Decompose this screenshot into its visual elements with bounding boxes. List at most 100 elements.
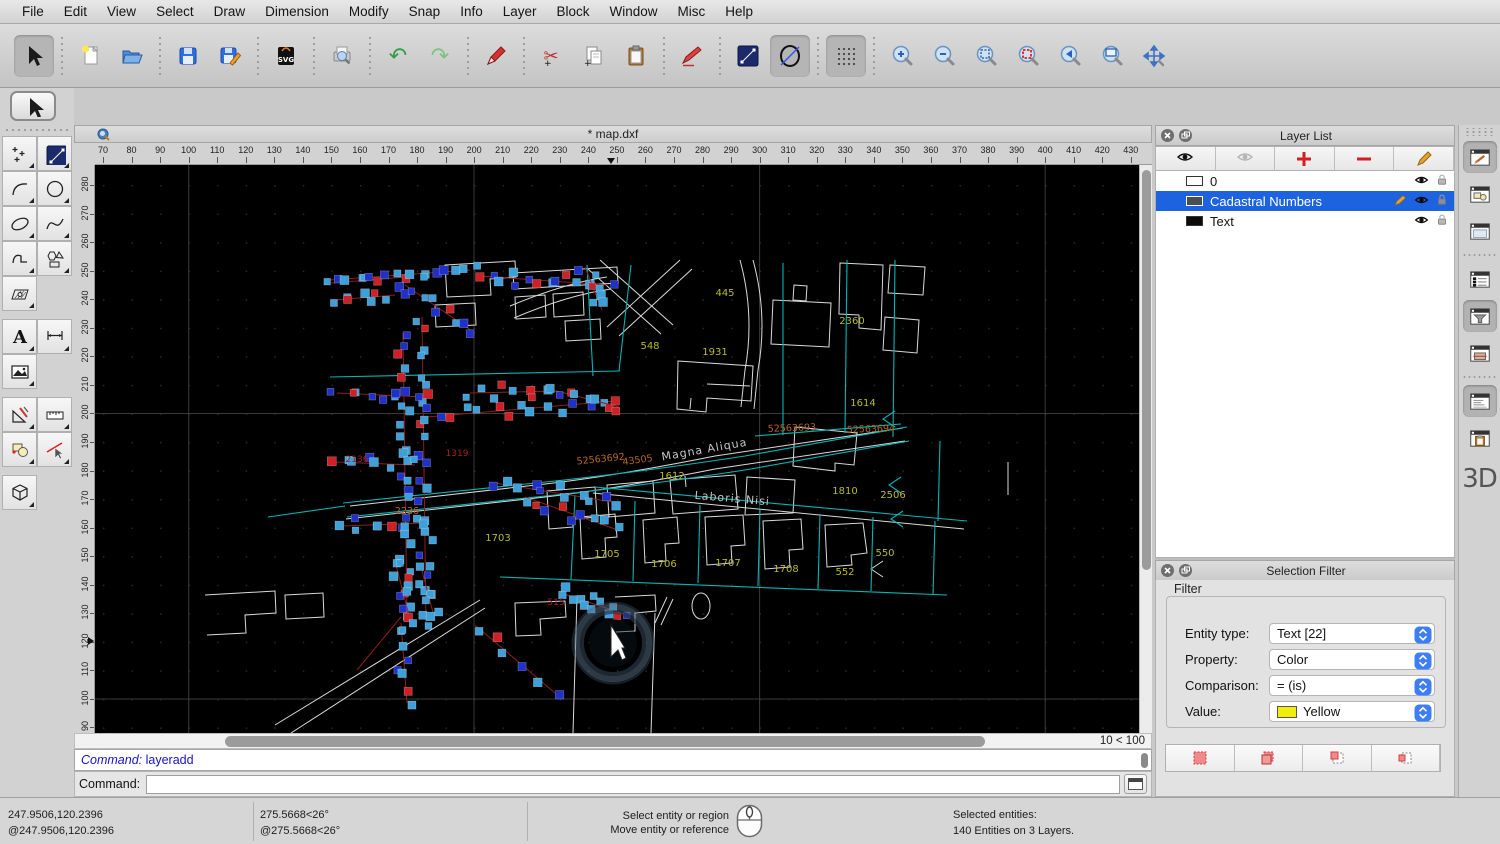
solid-tool-button[interactable] xyxy=(2,475,37,510)
menu-block[interactable]: Block xyxy=(547,4,600,19)
horizontal-scrollbar-thumb[interactable] xyxy=(225,736,985,747)
cadastral-red-label[interactable]: 515 xyxy=(547,598,564,608)
menu-dimension[interactable]: Dimension xyxy=(255,4,339,19)
arc-tool-button[interactable] xyxy=(2,171,37,206)
blocks-tool-button[interactable] xyxy=(2,432,37,467)
grid-toggle-button[interactable] xyxy=(826,34,866,77)
open-file-button[interactable] xyxy=(112,35,152,77)
measure-tool-button[interactable] xyxy=(37,397,72,432)
print-preview-button[interactable] xyxy=(322,35,362,77)
parcel-number-label[interactable]: 1931 xyxy=(702,347,727,358)
command-history-scrollbar[interactable] xyxy=(1141,753,1148,768)
close-icon[interactable] xyxy=(1161,564,1174,577)
ellipse-slash-button[interactable] xyxy=(770,34,810,77)
parcel-number-label[interactable]: 1706 xyxy=(651,559,676,570)
pen-button[interactable] xyxy=(672,35,712,77)
pointer-select-button[interactable] xyxy=(14,34,54,77)
property-editor-toggle[interactable] xyxy=(1462,141,1497,173)
street-id-label[interactable]: 2236 xyxy=(395,506,419,517)
view-list-toggle[interactable] xyxy=(1463,215,1497,247)
zoom-selection-button[interactable] xyxy=(1008,35,1048,77)
parcel-number-label[interactable]: 445 xyxy=(715,288,734,299)
remove-layer-button[interactable] xyxy=(1334,147,1395,170)
document-title-bar[interactable]: * map.dxf xyxy=(74,125,1152,143)
edit-layer-button[interactable] xyxy=(1394,147,1454,170)
menu-misc[interactable]: Misc xyxy=(668,4,716,19)
filter-combo-property[interactable]: Color xyxy=(1269,649,1435,670)
block-list-toggle[interactable] xyxy=(1463,178,1497,210)
combo-stepper-icon[interactable] xyxy=(1414,678,1432,696)
hatch-tool-button[interactable] xyxy=(2,276,37,311)
zoom-auto-button[interactable] xyxy=(966,35,1006,77)
layer-color-swatch[interactable] xyxy=(1186,216,1203,226)
filter-combo-value[interactable]: Yellow xyxy=(1269,701,1435,722)
pointer-tool-button[interactable] xyxy=(10,91,56,121)
line-tool-button[interactable] xyxy=(728,35,768,77)
parcel-number-label[interactable]: 2360 xyxy=(839,316,864,327)
menu-modify[interactable]: Modify xyxy=(339,4,399,19)
layer-visibility-icon[interactable] xyxy=(1414,214,1429,229)
drawtools-button[interactable] xyxy=(2,397,37,432)
street-id-label[interactable]: 52563693 xyxy=(768,422,817,435)
spline-tool-button[interactable] xyxy=(37,206,72,241)
parcel-number-label[interactable]: 552 xyxy=(835,567,854,578)
layer-list-toggle[interactable] xyxy=(1463,263,1497,295)
filter-combo-comparison[interactable]: = (is) xyxy=(1269,675,1435,696)
zoom-in-button[interactable] xyxy=(882,35,922,77)
filter-add-button[interactable] xyxy=(1234,745,1303,771)
paste-button[interactable] xyxy=(616,35,656,77)
layer-visibility-icon[interactable] xyxy=(1414,194,1429,209)
layer-lock-icon[interactable] xyxy=(1436,173,1448,189)
parcel-number-label[interactable]: 1614 xyxy=(850,398,875,409)
layer-edit-icon[interactable] xyxy=(1394,194,1407,209)
save-button[interactable] xyxy=(168,35,208,77)
menu-layer[interactable]: Layer xyxy=(493,4,547,19)
parcel-number-label[interactable]: 2506 xyxy=(880,490,905,501)
combo-stepper-icon[interactable] xyxy=(1414,626,1432,644)
ellipse-tool-button[interactable] xyxy=(2,206,37,241)
save-as-button[interactable] xyxy=(210,35,250,77)
clipboard-panel-toggle[interactable] xyxy=(1463,422,1497,454)
menu-help[interactable]: Help xyxy=(715,4,763,19)
vertical-scrollbar-thumb[interactable] xyxy=(1142,170,1151,570)
filter-replace-button[interactable] xyxy=(1166,745,1235,771)
points-tool-button[interactable] xyxy=(2,136,37,171)
command-input[interactable] xyxy=(146,774,1120,794)
menu-file[interactable]: File xyxy=(12,4,54,19)
combo-stepper-icon[interactable] xyxy=(1414,704,1432,722)
parcel-number-label[interactable]: 1612 xyxy=(659,471,684,482)
cadastral-red-label[interactable]: 2136 xyxy=(346,455,369,465)
layer-lock-icon[interactable] xyxy=(1436,213,1448,229)
modify-select-button[interactable] xyxy=(37,432,72,467)
menu-edit[interactable]: Edit xyxy=(54,4,97,19)
command-options-button[interactable] xyxy=(1124,774,1147,794)
svg-export-button[interactable]: SVG xyxy=(266,35,306,77)
parcel-number-label[interactable]: 548 xyxy=(640,341,659,352)
hide-all-eye-button[interactable] xyxy=(1215,147,1276,170)
layer-row-cadastral-numbers[interactable]: Cadastral Numbers xyxy=(1156,191,1454,211)
parcel-number-label[interactable]: 550 xyxy=(875,548,894,559)
layer-color-swatch[interactable] xyxy=(1186,196,1203,206)
filter-combo-entity-type[interactable]: Text [22] xyxy=(1269,623,1435,644)
library-browser-toggle[interactable] xyxy=(1463,337,1497,369)
show-all-eye-button[interactable] xyxy=(1156,147,1216,170)
combo-stepper-icon[interactable] xyxy=(1414,652,1432,670)
dimension-tool-button[interactable] xyxy=(37,319,72,354)
menu-snap[interactable]: Snap xyxy=(399,4,451,19)
menu-select[interactable]: Select xyxy=(146,4,204,19)
layer-row-text[interactable]: Text xyxy=(1156,211,1454,231)
horizontal-scrollbar[interactable]: 10 < 100 xyxy=(74,733,1152,749)
parcel-number-label[interactable]: 1708 xyxy=(773,564,798,575)
menu-info[interactable]: Info xyxy=(450,4,493,19)
add-layer-button[interactable] xyxy=(1275,147,1335,170)
pan-button[interactable] xyxy=(1134,35,1174,77)
street-id-label[interactable]: 52563694 xyxy=(847,423,896,436)
palette-drag-handle[interactable] xyxy=(4,128,68,133)
float-panel-icon[interactable] xyxy=(1179,564,1192,577)
zoom-previous-button[interactable] xyxy=(1050,35,1090,77)
layer-row-0[interactable]: 0 xyxy=(1156,171,1454,191)
command-line-toggle[interactable] xyxy=(1462,385,1497,417)
menu-draw[interactable]: Draw xyxy=(204,4,256,19)
layer-lock-icon[interactable] xyxy=(1436,193,1448,209)
zoom-out-button[interactable] xyxy=(924,35,964,77)
